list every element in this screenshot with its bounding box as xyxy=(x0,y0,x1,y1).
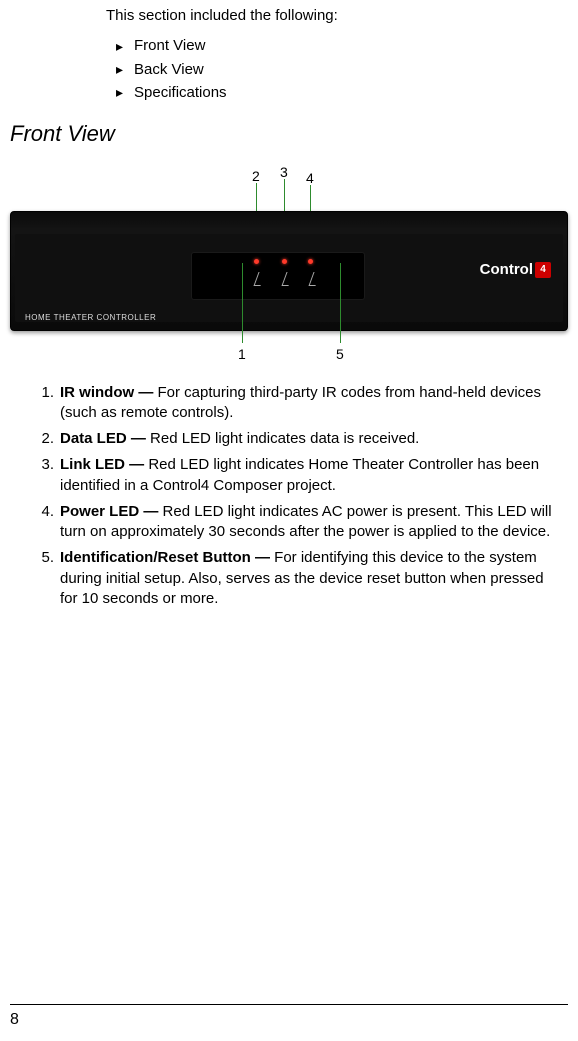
triangle-right-icon: ▸ xyxy=(116,83,134,102)
item-bold: Data LED — xyxy=(60,430,150,447)
triangle-right-icon: ▸ xyxy=(116,37,134,56)
brand-badge: 4 xyxy=(535,262,551,278)
description-item-3: 3. Link LED — Red LED light indicates Ho… xyxy=(32,455,560,496)
item-text: Identification/Reset Button — For identi… xyxy=(60,548,560,609)
led-data xyxy=(254,259,259,264)
description-item-4: 4. Power LED — Red LED light indicates A… xyxy=(32,502,560,543)
device-label: HOME THEATER CONTROLLER xyxy=(25,313,156,324)
section-heading: Front View xyxy=(10,119,568,149)
callout-1: 1 xyxy=(238,345,246,364)
item-text: IR window — For capturing third-party IR… xyxy=(60,383,560,424)
bullet-item: ▸ Back View xyxy=(116,60,568,80)
item-text: Link LED — Red LED light indicates Home … xyxy=(60,455,560,496)
description-item-2: 2. Data LED — Red LED light indicates da… xyxy=(32,429,560,449)
item-text: Data LED — Red LED light indicates data … xyxy=(60,429,560,449)
diagram: 2 3 4 HOME THEATER CONTROLLER Control 4 xyxy=(10,163,570,373)
item-bold: IR window — xyxy=(60,384,158,401)
bullet-text: Specifications xyxy=(134,83,227,103)
item-number: 4. xyxy=(32,502,60,543)
brand-text: Control xyxy=(480,260,533,280)
item-rest: Red LED light indicates data is received… xyxy=(150,430,419,447)
device-image: HOME THEATER CONTROLLER Control 4 xyxy=(10,211,568,331)
item-number: 2. xyxy=(32,429,60,449)
triangle-right-icon: ▸ xyxy=(116,60,134,79)
ir-window xyxy=(191,252,365,300)
callout-line xyxy=(340,263,341,343)
page-number: 8 xyxy=(10,1009,19,1031)
callout-5: 5 xyxy=(336,345,344,364)
item-number: 5. xyxy=(32,548,60,609)
bullet-text: Front View xyxy=(134,36,205,56)
item-bold: Power LED — xyxy=(60,503,163,520)
intro-text: This section included the following: xyxy=(106,6,568,26)
bullet-item: ▸ Specifications xyxy=(116,83,568,103)
led-link xyxy=(282,259,287,264)
item-number: 1. xyxy=(32,383,60,424)
item-text: Power LED — Red LED light indicates AC p… xyxy=(60,502,560,543)
description-item-5: 5. Identification/Reset Button — For ide… xyxy=(32,548,560,609)
bullet-list: ▸ Front View ▸ Back View ▸ Specification… xyxy=(116,36,568,103)
description-list: 1. IR window — For capturing third-party… xyxy=(10,383,568,610)
page: This section included the following: ▸ F… xyxy=(0,6,578,1041)
callout-line xyxy=(242,263,243,343)
item-number: 3. xyxy=(32,455,60,496)
description-item-1: 1. IR window — For capturing third-party… xyxy=(32,383,560,424)
bullet-text: Back View xyxy=(134,60,204,80)
led-power xyxy=(308,259,313,264)
brand-logo: Control 4 xyxy=(480,260,551,280)
footer-rule xyxy=(10,1004,568,1005)
item-bold: Identification/Reset Button — xyxy=(60,549,274,566)
item-bold: Link LED — xyxy=(60,456,148,473)
bullet-item: ▸ Front View xyxy=(116,36,568,56)
